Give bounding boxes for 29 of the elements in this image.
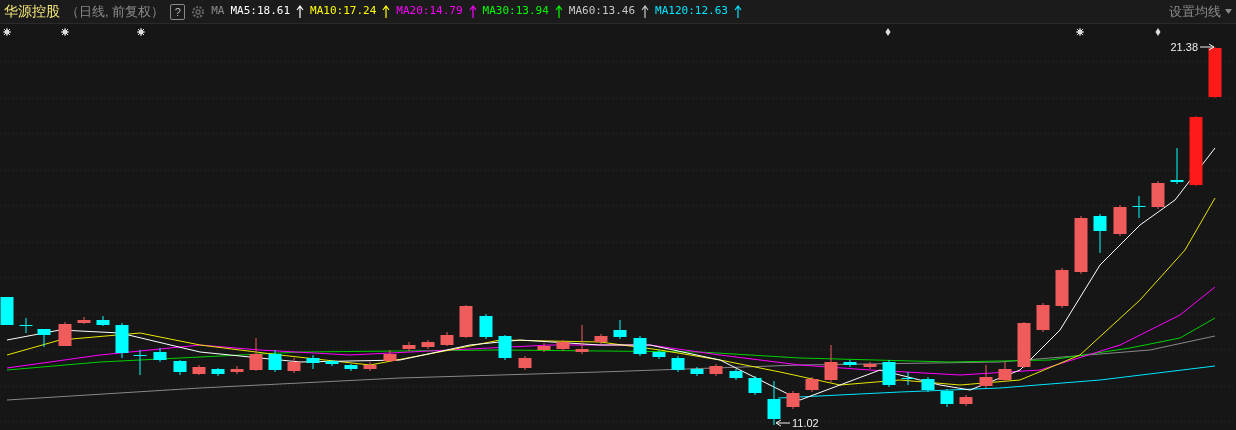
caret-icon <box>1225 9 1232 14</box>
up-arrow-icon <box>296 5 305 18</box>
moving-average-value: MA60:13.46 <box>568 3 636 20</box>
moving-average-value: MA30:13.94 <box>482 3 549 20</box>
stock-name: 华源控股 <box>4 2 60 21</box>
sun-marker-icon[interactable] <box>2 27 12 37</box>
up-arrow-icon <box>733 5 742 18</box>
high-price-label: 21.38 <box>1170 41 1198 53</box>
sun-marker-icon[interactable] <box>60 27 70 37</box>
sun-marker-icon[interactable] <box>136 27 146 37</box>
right-arrow-icon <box>1199 43 1215 51</box>
diamond-marker-icon[interactable] <box>1155 28 1161 36</box>
settings-dropdown[interactable]: 设置均线 <box>1169 1 1232 22</box>
settings-icon[interactable] <box>191 4 206 19</box>
moving-average-value: MA20:14.79 <box>396 3 463 20</box>
up-arrow-icon <box>468 5 477 18</box>
chart-period: （日线, 前复权） <box>66 2 165 21</box>
indicator-name: MA <box>211 3 225 20</box>
up-arrow-icon <box>554 5 563 18</box>
up-arrow-icon <box>382 5 391 18</box>
up-arrow-icon <box>641 5 650 18</box>
sun-marker-icon[interactable] <box>1075 27 1085 37</box>
moving-average-value: MA120:12.63 <box>655 3 728 20</box>
low-price-label: 11.02 <box>792 417 819 429</box>
moving-average-value: MA10:17.24 <box>310 3 377 20</box>
help-button[interactable]: ? <box>170 3 186 20</box>
moving-average-value: MA5:18.61 <box>230 3 291 20</box>
left-arrow-icon <box>775 419 791 427</box>
diamond-marker-icon[interactable] <box>885 28 891 36</box>
